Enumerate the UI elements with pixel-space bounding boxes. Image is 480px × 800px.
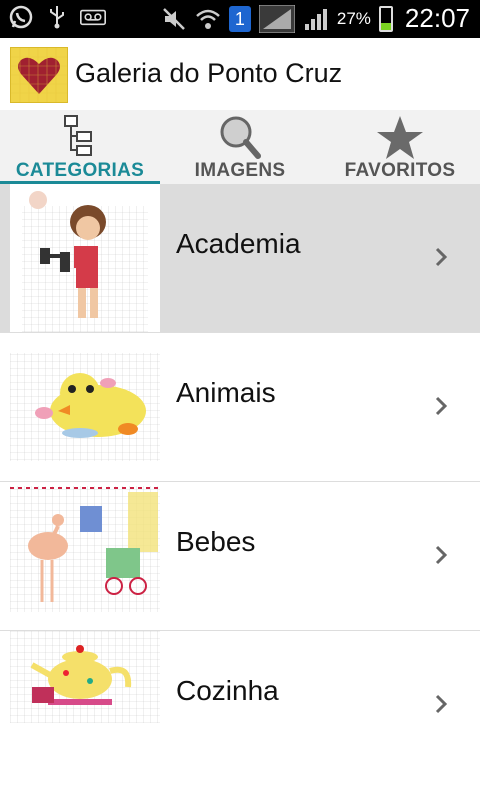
chevron-right-icon <box>434 693 448 720</box>
category-row-bebes[interactable]: Bebes <box>0 482 480 631</box>
category-row-academia[interactable]: Academia <box>0 184 480 333</box>
category-thumbnail <box>10 184 160 332</box>
category-row-animais[interactable]: Animais <box>0 333 480 482</box>
category-label: Animais <box>176 377 276 408</box>
wifi-icon <box>195 6 221 32</box>
clock: 22:07 <box>404 3 470 33</box>
tab-categorias[interactable]: CATEGORIAS <box>0 110 160 184</box>
tab-bar: CATEGORIAS IMAGENS FAVORITOS <box>0 110 480 184</box>
chevron-right-icon <box>434 544 448 571</box>
category-label: Bebes <box>176 526 256 557</box>
category-label: Academia <box>176 228 301 259</box>
chevron-right-icon <box>434 246 448 273</box>
whatsapp-icon <box>8 4 34 30</box>
battery-icon <box>378 5 393 32</box>
tab-imagens[interactable]: IMAGENS <box>160 110 320 184</box>
app-logo-icon <box>10 47 68 103</box>
tree-icon <box>63 114 97 163</box>
tab-favoritos-label: FAVORITOS <box>344 160 456 181</box>
mute-icon <box>161 6 187 32</box>
category-thumbnail <box>10 482 160 630</box>
action-bar: Galeria do Ponto Cruz <box>0 38 480 110</box>
signal-icon-1 <box>258 4 295 33</box>
tab-favoritos[interactable]: FAVORITOS <box>320 110 480 184</box>
app-title: Galeria do Ponto Cruz <box>75 58 343 88</box>
voicemail-icon <box>80 4 106 30</box>
category-label: Cozinha <box>176 675 279 706</box>
signal-icon-2 <box>303 6 329 32</box>
notification-badge: 1 <box>228 5 251 32</box>
tab-imagens-label: IMAGENS <box>194 160 286 181</box>
status-bar: 1 27% 22:07 <box>0 0 480 38</box>
chevron-right-icon <box>434 395 448 422</box>
usb-icon <box>44 4 70 30</box>
tab-categorias-label: CATEGORIAS <box>15 160 145 181</box>
battery-percent: 27% <box>336 8 371 28</box>
category-thumbnail <box>10 631 160 779</box>
category-row-cozinha[interactable]: Cozinha <box>0 631 480 780</box>
category-thumbnail <box>10 333 160 481</box>
